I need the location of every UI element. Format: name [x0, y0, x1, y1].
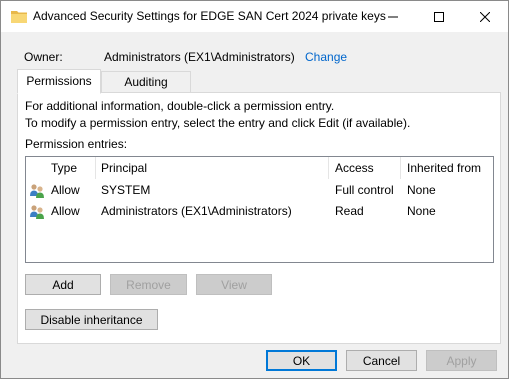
apply-button-label: Apply: [446, 354, 477, 368]
entry-access: Full control: [335, 183, 394, 197]
owner-value: Administrators (EX1\Administrators): [104, 50, 295, 64]
column-header-inherited-from[interactable]: Inherited from: [407, 157, 481, 179]
window-title: Advanced Security Settings for EDGE SAN …: [33, 9, 386, 23]
title-bar[interactable]: Advanced Security Settings for EDGE SAN …: [1, 1, 508, 32]
entry-inherited-from: None: [407, 183, 436, 197]
add-button-label: Add: [52, 278, 74, 292]
close-icon: [480, 11, 490, 22]
ok-button[interactable]: OK: [266, 350, 337, 371]
info-text-line1: For additional information, double-click…: [25, 99, 335, 113]
ok-button-label: OK: [292, 354, 311, 368]
disable-inheritance-button[interactable]: Disable inheritance: [25, 309, 158, 330]
column-divider[interactable]: [95, 157, 96, 179]
minimize-icon: [388, 16, 398, 17]
table-row[interactable]: Allow SYSTEM Full control None: [26, 180, 493, 201]
view-button-label: View: [221, 278, 247, 292]
change-owner-link[interactable]: Change: [305, 50, 347, 64]
remove-button-label: Remove: [126, 278, 171, 292]
maximize-button[interactable]: [416, 1, 462, 32]
tab-auditing[interactable]: Auditing: [101, 71, 191, 92]
entry-access: Read: [335, 204, 364, 218]
maximize-icon: [434, 11, 444, 22]
column-header-principal[interactable]: Principal: [101, 157, 147, 179]
close-button[interactable]: [462, 1, 508, 32]
entry-principal: SYSTEM: [101, 183, 151, 197]
view-button[interactable]: View: [196, 274, 272, 295]
permissions-panel: For additional information, double-click…: [17, 92, 501, 344]
cancel-button[interactable]: Cancel: [346, 350, 417, 371]
apply-button[interactable]: Apply: [426, 350, 497, 371]
table-row[interactable]: Allow Administrators (EX1\Administrators…: [26, 201, 493, 222]
disable-inheritance-label: Disable inheritance: [40, 313, 143, 327]
minimize-button[interactable]: [370, 1, 416, 32]
advanced-security-settings-window: Advanced Security Settings for EDGE SAN …: [0, 0, 509, 379]
cancel-button-label: Cancel: [362, 354, 401, 368]
permission-entries-list[interactable]: Type Principal Access Inherited from All…: [25, 156, 494, 263]
permission-entries-label: Permission entries:: [25, 137, 128, 151]
users-icon: [30, 184, 44, 198]
owner-label: Owner:: [24, 50, 63, 64]
entry-principal: Administrators (EX1\Administrators): [101, 204, 292, 218]
column-divider[interactable]: [400, 157, 401, 179]
tab-permissions[interactable]: Permissions: [17, 69, 101, 94]
info-text-line2: To modify a permission entry, select the…: [25, 116, 411, 130]
folder-icon: [11, 11, 27, 23]
entry-inherited-from: None: [407, 204, 436, 218]
entry-type: Allow: [51, 204, 80, 218]
remove-button[interactable]: Remove: [110, 274, 187, 295]
entry-type: Allow: [51, 183, 80, 197]
users-icon: [30, 205, 44, 219]
column-header-type[interactable]: Type: [51, 157, 77, 179]
column-divider[interactable]: [328, 157, 329, 179]
column-header-access[interactable]: Access: [335, 157, 374, 179]
add-button[interactable]: Add: [25, 274, 101, 295]
